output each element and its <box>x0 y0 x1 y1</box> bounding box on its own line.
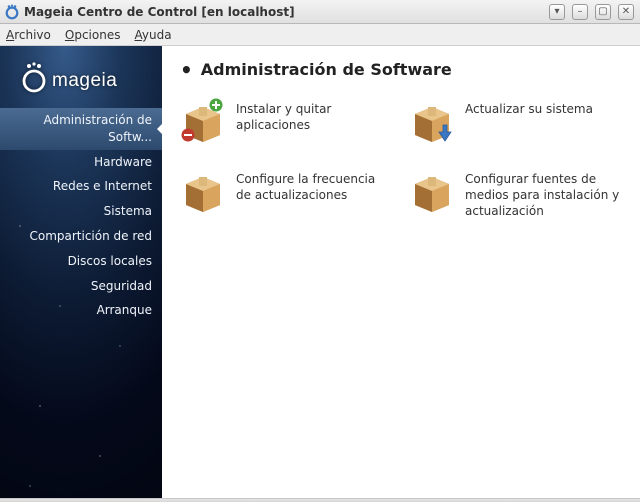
ontop-button[interactable]: ▾ <box>549 4 565 20</box>
statusbar <box>0 498 640 502</box>
sidebar-item-label: Arranque <box>97 303 152 317</box>
section-title: Administración de Software <box>180 60 622 79</box>
item-update-frequency[interactable]: Configure la frecuencia de actualizacion… <box>180 167 393 220</box>
sidebar-item-netshare[interactable]: Compartición de red <box>0 224 162 249</box>
menu-opciones[interactable]: Opciones <box>65 28 121 42</box>
item-update-system[interactable]: Actualizar su sistema <box>409 97 622 143</box>
app-icon <box>4 4 20 20</box>
box-plain-icon <box>180 167 226 213</box>
item-label: Configurar fuentes de medios para instal… <box>465 167 622 220</box>
sidebar: mageia Administración de Softw... Hardwa… <box>0 46 162 498</box>
titlebar: Mageia Centro de Control [en localhost] … <box>0 0 640 24</box>
minimize-button[interactable]: – <box>572 4 588 20</box>
sidebar-item-hardware[interactable]: Hardware <box>0 150 162 175</box>
box-addremove-icon <box>180 97 226 143</box>
sidebar-item-label: Compartición de red <box>29 229 152 243</box>
app-body: mageia Administración de Softw... Hardwa… <box>0 46 640 498</box>
sidebar-item-label: Seguridad <box>91 279 152 293</box>
item-label: Actualizar su sistema <box>465 97 593 117</box>
maximize-button[interactable]: ▢ <box>595 4 611 20</box>
sidebar-item-label: Administración de Softw... <box>43 113 152 144</box>
items-grid: Instalar y quitar aplicaciones <box>180 97 622 220</box>
box-update-icon <box>409 97 455 143</box>
window-title: Mageia Centro de Control [en localhost] <box>24 5 295 19</box>
sidebar-item-label: Discos locales <box>68 254 152 268</box>
menu-archivo[interactable]: Archivo <box>6 28 51 42</box>
item-install-remove[interactable]: Instalar y quitar aplicaciones <box>180 97 393 143</box>
brand-text: mageia <box>52 70 117 91</box>
sidebar-item-label: Hardware <box>94 155 152 169</box>
item-label: Instalar y quitar aplicaciones <box>236 97 393 133</box>
sidebar-item-label: Sistema <box>104 204 152 218</box>
sidebar-item-network[interactable]: Redes e Internet <box>0 174 162 199</box>
menubar: Archivo Opciones Ayuda <box>0 24 640 46</box>
menu-ayuda[interactable]: Ayuda <box>134 28 171 42</box>
sidebar-item-disks[interactable]: Discos locales <box>0 249 162 274</box>
sidebar-item-system[interactable]: Sistema <box>0 199 162 224</box>
category-list: Administración de Softw... Hardware Rede… <box>0 108 162 323</box>
item-media-sources[interactable]: Configurar fuentes de medios para instal… <box>409 167 622 220</box>
sidebar-item-boot[interactable]: Arranque <box>0 298 162 323</box>
close-button[interactable]: ✕ <box>618 4 634 20</box>
section-title-text: Administración de Software <box>201 60 452 79</box>
sidebar-item-label: Redes e Internet <box>53 179 152 193</box>
box-plain-icon <box>409 167 455 213</box>
sidebar-item-software[interactable]: Administración de Softw... <box>0 108 162 150</box>
main-panel: Administración de Software <box>162 46 640 498</box>
sidebar-item-security[interactable]: Seguridad <box>0 274 162 299</box>
item-label: Configure la frecuencia de actualizacion… <box>236 167 393 203</box>
brand-logo: mageia <box>0 46 162 108</box>
